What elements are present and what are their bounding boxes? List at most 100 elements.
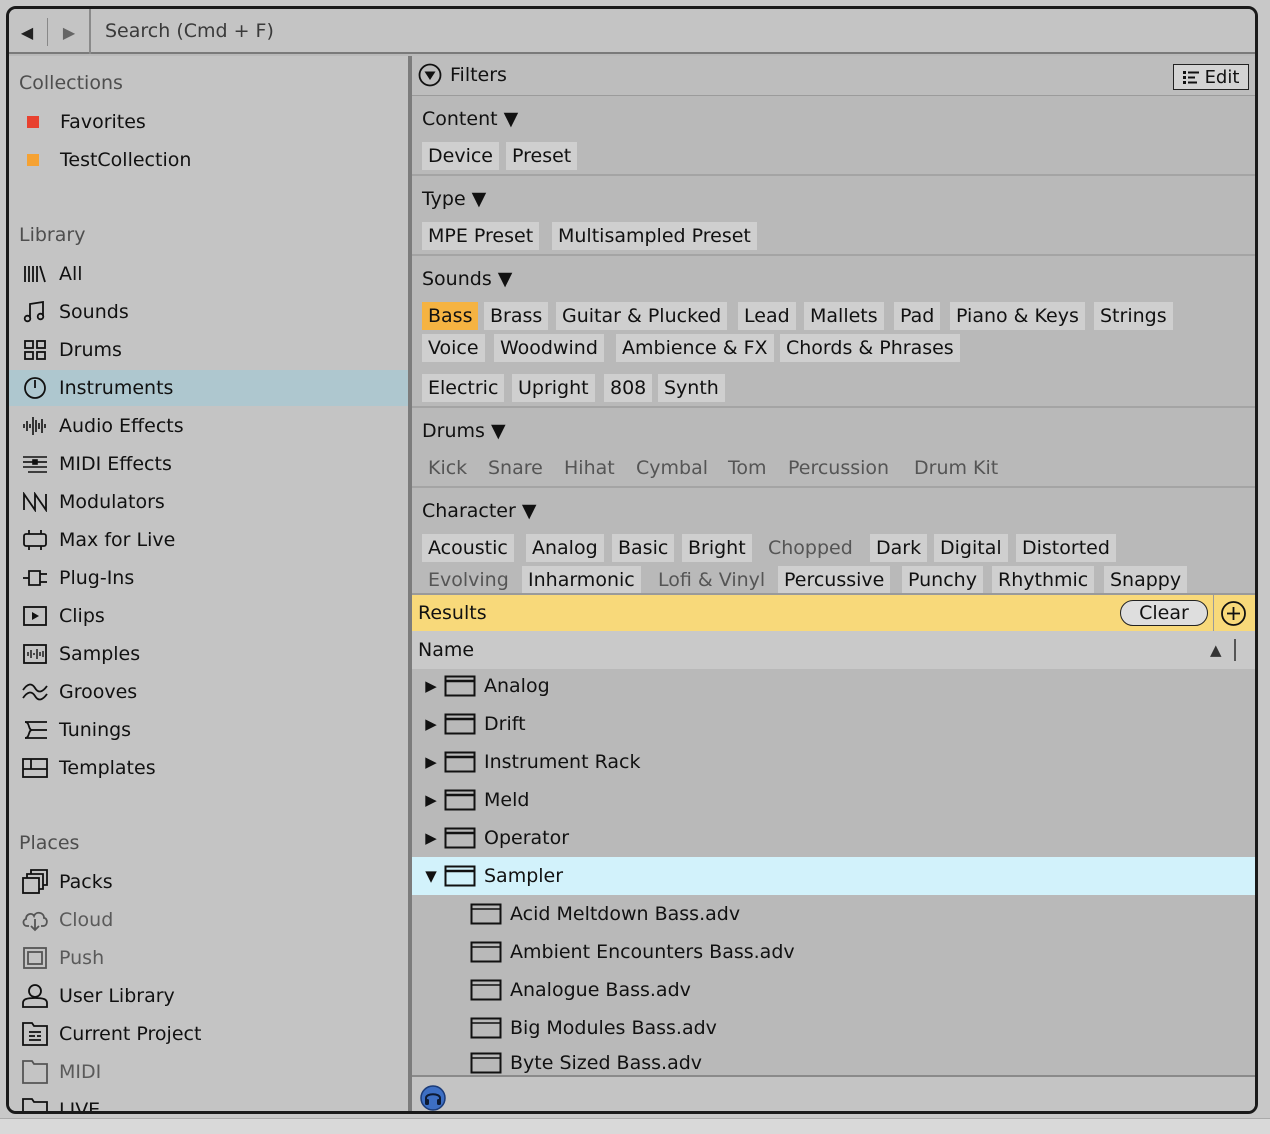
clear-button[interactable]: Clear	[1120, 600, 1208, 626]
filter-chip-digital[interactable]: Digital	[934, 534, 1008, 562]
filter-chip-ambience-fx[interactable]: Ambience & FX	[616, 334, 774, 362]
filter-chip-strings[interactable]: Strings	[1094, 302, 1173, 330]
expand-triangle-icon[interactable]: ▶	[418, 715, 444, 733]
sidebar-item-plug-ins[interactable]: Plug-Ins	[9, 560, 408, 596]
filter-chip-snappy[interactable]: Snappy	[1104, 566, 1188, 593]
filter-chip-808[interactable]: 808	[604, 374, 653, 402]
filter-chip-cymbal[interactable]: Cymbal	[630, 454, 714, 482]
sidebar-item-templates[interactable]: Templates	[9, 750, 408, 786]
filter-chip-snare[interactable]: Snare	[482, 454, 549, 482]
filter-chip-multisampled-preset[interactable]: Multisampled Preset	[552, 222, 757, 250]
sidebar-item-sounds[interactable]: Sounds	[9, 294, 408, 330]
sidebar-item-modulators[interactable]: Modulators	[9, 484, 408, 520]
result-row-meld[interactable]: ▶ Meld	[412, 781, 1255, 819]
filter-chip-brass[interactable]: Brass	[484, 302, 549, 330]
sidebar-item-live[interactable]: LIVE	[9, 1092, 408, 1111]
filter-chip-lofi-vinyl[interactable]: Lofi & Vinyl	[652, 566, 771, 593]
expand-triangle-icon[interactable]: ▶	[418, 753, 444, 771]
sidebar-item-samples[interactable]: Samples	[9, 636, 408, 672]
filter-section-title[interactable]: Type ▼	[422, 188, 486, 210]
collection-favorites[interactable]: Favorites	[9, 104, 408, 140]
sidebar-item-tunings[interactable]: Tunings	[9, 712, 408, 748]
filter-section-title[interactable]: Character ▼	[422, 500, 536, 522]
expand-triangle-icon[interactable]: ▶	[418, 791, 444, 809]
filter-chip-tom[interactable]: Tom	[722, 454, 773, 482]
add-circle-icon[interactable]	[1220, 600, 1247, 627]
expand-triangle-icon[interactable]: ▶	[418, 829, 444, 847]
filter-chip-analog[interactable]: Analog	[526, 534, 604, 562]
filter-chip-basic[interactable]: Basic	[612, 534, 675, 562]
filter-chip-acoustic[interactable]: Acoustic	[422, 534, 514, 562]
back-arrow-icon[interactable]: ◀	[17, 19, 37, 45]
sidebar-item-audio-effects[interactable]: Audio Effects	[9, 408, 408, 444]
sidebar-item-push[interactable]: Push	[9, 940, 408, 976]
result-child-row[interactable]: Acid Meltdown Bass.adv	[412, 895, 1255, 933]
sidebar-item-grooves[interactable]: Grooves	[9, 674, 408, 710]
filter-chip-chords-phrases[interactable]: Chords & Phrases	[780, 334, 960, 362]
filter-chip-percussion[interactable]: Percussion	[782, 454, 895, 482]
filter-chip-mallets[interactable]: Mallets	[804, 302, 884, 330]
sidebar-item-all[interactable]: All	[9, 256, 408, 292]
result-row-sampler[interactable]: ▼ Sampler	[412, 857, 1255, 895]
filter-chip-inharmonic[interactable]: Inharmonic	[522, 566, 641, 593]
preview-headphones-icon[interactable]	[420, 1085, 446, 1111]
filter-chip-kick[interactable]: Kick	[422, 454, 473, 482]
result-row-operator[interactable]: ▶ Operator	[412, 819, 1255, 857]
filter-chip-rhythmic[interactable]: Rhythmic	[992, 566, 1095, 593]
sidebar-item-instruments[interactable]: Instruments	[9, 370, 408, 406]
filter-chip-synth[interactable]: Synth	[658, 374, 725, 402]
sidebar-item-current-project[interactable]: Current Project	[9, 1016, 408, 1052]
sidebar-item-max-for-live[interactable]: Max for Live	[9, 522, 408, 558]
filter-section-title[interactable]: Content ▼	[422, 108, 518, 130]
filter-chip-preset[interactable]: Preset	[506, 142, 578, 170]
sidebar-item-clips[interactable]: Clips	[9, 598, 408, 634]
filter-chip-percussive[interactable]: Percussive	[778, 566, 891, 593]
filter-chip-pad[interactable]: Pad	[894, 302, 941, 330]
filter-chip-hihat[interactable]: Hihat	[558, 454, 621, 482]
result-row-instrument-rack[interactable]: ▶ Instrument Rack	[412, 743, 1255, 781]
result-row-analog[interactable]: ▶ Analog	[412, 667, 1255, 705]
filter-chip-woodwind[interactable]: Woodwind	[494, 334, 604, 362]
expand-triangle-icon[interactable]: ▶	[418, 677, 444, 695]
filter-chip-bright[interactable]: Bright	[682, 534, 752, 562]
result-child-row[interactable]: Byte Sized Bass.adv	[412, 1047, 1255, 1075]
forward-arrow-icon[interactable]: ▶	[59, 19, 79, 45]
max-for-live-icon	[20, 526, 50, 554]
filter-chip-bass[interactable]: Bass	[422, 302, 479, 330]
filter-chip-mpe-preset[interactable]: MPE Preset	[422, 222, 540, 250]
sidebar-item-cloud[interactable]: Cloud	[9, 902, 408, 938]
name-column-header[interactable]: Name ▲	[412, 631, 1255, 669]
sidebar-item-midi-effects[interactable]: MIDI Effects	[9, 446, 408, 482]
sort-ascending-icon[interactable]: ▲	[1210, 641, 1222, 659]
search-input[interactable]	[95, 15, 695, 47]
filter-chip-upright[interactable]: Upright	[512, 374, 595, 402]
filter-chip-dark[interactable]: Dark	[870, 534, 928, 562]
sidebar-item-packs[interactable]: Packs	[9, 864, 408, 900]
filter-chip-lead[interactable]: Lead	[738, 302, 796, 330]
result-row-drift[interactable]: ▶ Drift	[412, 705, 1255, 743]
result-child-row[interactable]: Analogue Bass.adv	[412, 971, 1255, 1009]
sidebar-item-midi[interactable]: MIDI	[9, 1054, 408, 1090]
edit-filters-button[interactable]: Edit	[1173, 64, 1249, 90]
collapse-filters-icon[interactable]	[418, 63, 442, 87]
filter-chip-drum-kit[interactable]: Drum Kit	[908, 454, 1004, 482]
filter-chip-piano-keys[interactable]: Piano & Keys	[950, 302, 1085, 330]
filter-chip-evolving[interactable]: Evolving	[422, 566, 515, 593]
filter-chip-electric[interactable]: Electric	[422, 374, 505, 402]
filter-section-title[interactable]: Sounds ▼	[422, 268, 512, 290]
collection-testcollection[interactable]: TestCollection	[9, 142, 408, 178]
filter-chip-chopped[interactable]: Chopped	[762, 534, 859, 562]
collapse-triangle-icon[interactable]: ▼	[418, 867, 444, 885]
result-child-row[interactable]: Ambient Encounters Bass.adv	[412, 933, 1255, 971]
column-resize-handle[interactable]	[1234, 639, 1236, 661]
filter-section-title[interactable]: Drums ▼	[422, 420, 506, 442]
sidebar-item-user-library[interactable]: User Library	[9, 978, 408, 1014]
filter-chip-voice[interactable]: Voice	[422, 334, 485, 362]
filter-chip-punchy[interactable]: Punchy	[902, 566, 983, 593]
filter-chip-device[interactable]: Device	[422, 142, 499, 170]
result-child-row[interactable]: Big Modules Bass.adv	[412, 1009, 1255, 1047]
sidebar-item-drums[interactable]: Drums	[9, 332, 408, 368]
filter-chip-guitar-plucked[interactable]: Guitar & Plucked	[556, 302, 728, 330]
filter-chip-distorted[interactable]: Distorted	[1016, 534, 1116, 562]
row-label: Byte Sized Bass.adv	[510, 1052, 703, 1074]
